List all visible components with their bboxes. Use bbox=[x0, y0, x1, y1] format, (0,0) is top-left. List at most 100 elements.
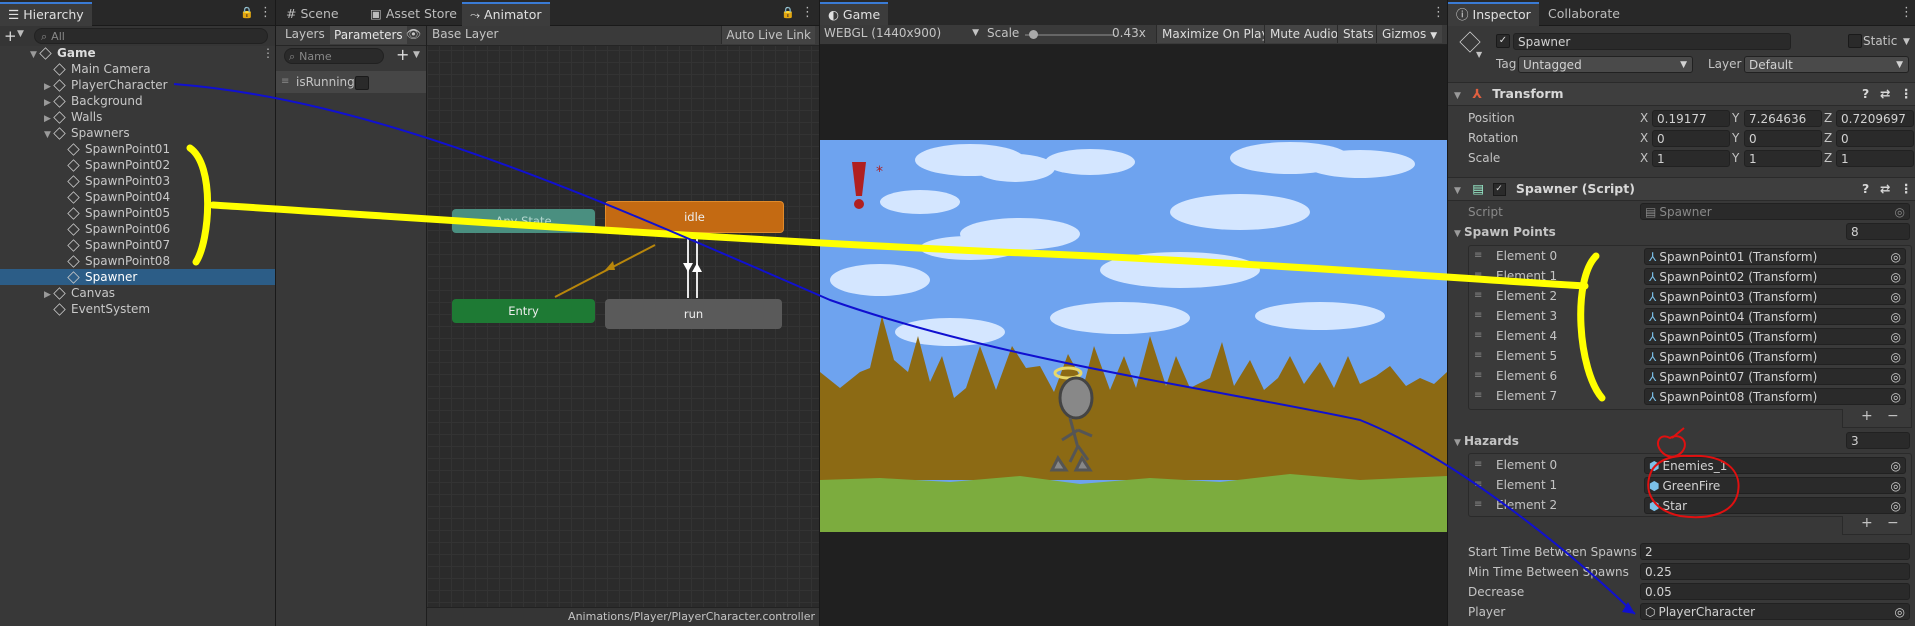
tab-collaborate[interactable]: Collaborate bbox=[1540, 3, 1628, 25]
target-icon[interactable]: ◎ bbox=[1891, 498, 1901, 513]
hierarchy-item[interactable]: ▶ Walls bbox=[0, 109, 275, 125]
transform-position-y-field[interactable]: 7.264636 bbox=[1744, 110, 1822, 127]
object-reference-field[interactable]: ⬢ GreenFire ◎ bbox=[1644, 477, 1906, 494]
spawn-points-count[interactable]: 8 bbox=[1846, 223, 1910, 240]
add-element-button[interactable]: + bbox=[1861, 408, 1873, 424]
axis-y-label[interactable]: Y bbox=[1732, 151, 1739, 165]
object-name-field[interactable]: Spawner bbox=[1513, 33, 1791, 50]
tab-game[interactable]: ◐ Game bbox=[820, 2, 889, 26]
more-icon[interactable]: ⋮ bbox=[801, 5, 814, 20]
preset-icon[interactable]: ⇄ bbox=[1880, 83, 1890, 105]
hazards-label[interactable]: ▼ Hazards bbox=[1454, 434, 1519, 448]
help-icon[interactable]: ? bbox=[1862, 83, 1869, 105]
more-icon[interactable]: ⋮ bbox=[262, 45, 274, 61]
collapse-arrow-icon[interactable]: ▼ bbox=[1454, 229, 1464, 239]
preset-icon[interactable]: ⇄ bbox=[1880, 178, 1890, 200]
hierarchy-item[interactable]: SpawnPoint08 bbox=[0, 253, 275, 269]
object-reference-field[interactable]: ⅄ SpawnPoint02 (Transform) ◎ bbox=[1644, 268, 1906, 285]
add-parameter-button[interactable]: + bbox=[396, 45, 409, 64]
drag-handle-icon[interactable]: ≡ bbox=[1474, 499, 1482, 510]
more-icon[interactable]: ⋮ bbox=[259, 5, 272, 20]
target-icon[interactable]: ◎ bbox=[1891, 349, 1901, 364]
parameter-row[interactable]: ≡ isRunning bbox=[276, 71, 426, 93]
chevron-down-icon[interactable]: ▼ bbox=[1903, 37, 1910, 47]
chevron-down-icon[interactable]: ▼ bbox=[17, 29, 24, 39]
drag-handle-icon[interactable]: ≡ bbox=[1474, 310, 1482, 321]
hierarchy-item[interactable]: ▼ Spawners bbox=[0, 125, 275, 141]
min-time-field[interactable]: 0.25 bbox=[1640, 563, 1910, 580]
tab-scene[interactable]: # Scene bbox=[278, 3, 347, 25]
drag-handle-icon[interactable]: ≡ bbox=[1474, 350, 1482, 361]
state-run[interactable]: run bbox=[605, 299, 782, 329]
target-icon[interactable]: ◎ bbox=[1891, 249, 1901, 264]
drag-handle-icon[interactable]: ≡ bbox=[1474, 459, 1482, 470]
start-time-field[interactable]: 2 bbox=[1640, 543, 1910, 560]
hierarchy-item[interactable]: SpawnPoint03 bbox=[0, 173, 275, 189]
chevron-down-icon[interactable]: ▼ bbox=[413, 50, 420, 60]
target-icon[interactable]: ◎ bbox=[1891, 329, 1901, 344]
component-enabled-checkbox[interactable]: ✓ bbox=[1492, 183, 1506, 196]
stats-button[interactable]: Stats bbox=[1337, 25, 1379, 43]
object-reference-field[interactable]: ⅄ SpawnPoint06 (Transform) ◎ bbox=[1644, 348, 1906, 365]
spawn-points-label[interactable]: ▼ Spawn Points bbox=[1454, 225, 1556, 239]
axis-y-label[interactable]: Y bbox=[1732, 111, 1739, 125]
layer-dropdown[interactable]: Default ▼ bbox=[1744, 56, 1909, 73]
chevron-down-icon[interactable]: ▼ bbox=[1476, 50, 1482, 59]
axis-z-label[interactable]: Z bbox=[1824, 111, 1832, 125]
state-entry[interactable]: Entry bbox=[452, 299, 595, 323]
spawner-component-header[interactable]: ▼ ▤ ✓ Spawner (Script) ? ⇄ ⋮ bbox=[1448, 177, 1915, 201]
transform-rotation-z-field[interactable]: 0 bbox=[1836, 130, 1914, 147]
axis-z-label[interactable]: Z bbox=[1824, 131, 1832, 145]
drag-handle-icon[interactable]: ≡ bbox=[1474, 250, 1482, 261]
drag-handle-icon[interactable]: ≡ bbox=[1474, 370, 1482, 381]
state-idle[interactable]: idle bbox=[605, 201, 784, 233]
axis-z-label[interactable]: Z bbox=[1824, 151, 1832, 165]
more-icon[interactable]: ⋮ bbox=[1900, 178, 1913, 200]
collapse-arrow-icon[interactable]: ▼ bbox=[1448, 180, 1464, 202]
maximize-on-play-button[interactable]: Maximize On Play bbox=[1156, 25, 1274, 43]
hierarchy-item[interactable]: SpawnPoint01 bbox=[0, 141, 275, 157]
lock-icon[interactable]: 🔒 bbox=[240, 6, 254, 19]
transform-rotation-y-field[interactable]: 0 bbox=[1744, 130, 1822, 147]
hierarchy-item[interactable]: EventSystem bbox=[0, 301, 275, 317]
lock-icon[interactable]: 🔒 bbox=[781, 6, 795, 19]
hierarchy-item[interactable]: SpawnPoint02 bbox=[0, 157, 275, 173]
drag-handle-icon[interactable]: ≡ bbox=[1474, 330, 1482, 341]
mute-audio-button[interactable]: Mute Audio bbox=[1264, 25, 1343, 43]
hierarchy-item[interactable]: Main Camera bbox=[0, 61, 275, 77]
target-icon[interactable]: ◎ bbox=[1895, 604, 1905, 619]
transform-position-z-field[interactable]: 0.7209697 bbox=[1836, 110, 1914, 127]
parameter-bool-checkbox[interactable] bbox=[355, 76, 369, 90]
hazards-count[interactable]: 3 bbox=[1846, 432, 1910, 449]
target-icon[interactable]: ◎ bbox=[1891, 309, 1901, 324]
parameter-search-input[interactable]: ⌕ Name bbox=[284, 48, 384, 64]
transform-position-x-field[interactable]: 0.19177 bbox=[1652, 110, 1730, 127]
tab-asset-store[interactable]: ▣ Asset Store bbox=[362, 3, 465, 25]
tab-parameters[interactable]: Parameters bbox=[330, 26, 407, 44]
target-icon[interactable]: ◎ bbox=[1891, 389, 1901, 404]
scale-slider[interactable] bbox=[1025, 30, 1115, 39]
drag-handle-icon[interactable]: ≡ bbox=[1474, 290, 1482, 301]
object-reference-field[interactable]: ⅄ SpawnPoint04 (Transform) ◎ bbox=[1644, 308, 1906, 325]
object-reference-field[interactable]: ⬢ Enemies_1 ◎ bbox=[1644, 457, 1906, 474]
gizmos-dropdown[interactable]: Gizmos ▼ bbox=[1376, 25, 1443, 43]
tab-hierarchy[interactable]: ☰ Hierarchy bbox=[0, 2, 92, 26]
hierarchy-item[interactable]: SpawnPoint07 bbox=[0, 237, 275, 253]
collapse-arrow-icon[interactable]: ▼ bbox=[1448, 85, 1464, 107]
target-icon[interactable]: ◎ bbox=[1891, 269, 1901, 284]
axis-x-label[interactable]: X bbox=[1640, 111, 1648, 125]
static-checkbox[interactable] bbox=[1848, 34, 1862, 48]
hierarchy-item[interactable]: SpawnPoint06 bbox=[0, 221, 275, 237]
hierarchy-search-input[interactable]: ⌕ All bbox=[34, 28, 268, 44]
axis-x-label[interactable]: X bbox=[1640, 151, 1648, 165]
remove-element-button[interactable]: − bbox=[1887, 515, 1899, 531]
tab-layers[interactable]: Layers bbox=[285, 27, 325, 41]
transform-component-header[interactable]: ▼ ⅄ Transform ? ⇄ ⋮ bbox=[1448, 82, 1915, 106]
object-reference-field[interactable]: ⅄ SpawnPoint05 (Transform) ◎ bbox=[1644, 328, 1906, 345]
remove-element-button[interactable]: − bbox=[1887, 408, 1899, 424]
active-checkbox[interactable]: ✓ bbox=[1496, 34, 1510, 48]
object-reference-field[interactable]: ⅄ SpawnPoint07 (Transform) ◎ bbox=[1644, 368, 1906, 385]
drag-handle-icon[interactable]: ≡ bbox=[1474, 270, 1482, 281]
object-reference-field[interactable]: ⅄ SpawnPoint08 (Transform) ◎ bbox=[1644, 388, 1906, 405]
hierarchy-item[interactable]: ▶ Canvas bbox=[0, 285, 275, 301]
